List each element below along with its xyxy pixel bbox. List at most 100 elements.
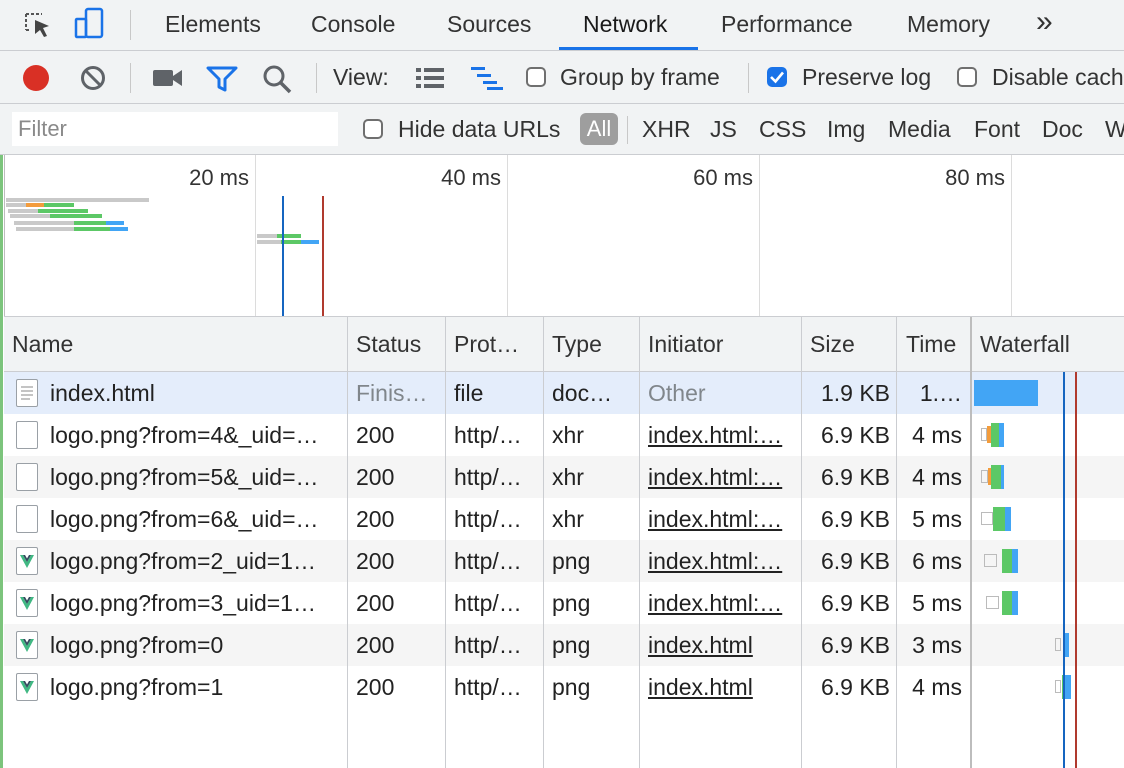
waterfall-bar [974, 380, 1038, 406]
cell-status: 200 [356, 548, 395, 574]
type-filter-img[interactable]: Img [827, 104, 865, 154]
cell-protocol: file [454, 380, 484, 406]
cell-protocol: http/… [454, 632, 522, 658]
cell-time: 6 ms [912, 548, 962, 574]
disable-cache-label: Disable cach [992, 64, 1124, 90]
waterfall-bar [1012, 591, 1018, 615]
cell-time: 3 ms [912, 632, 962, 658]
column-header-initiator[interactable]: Initiator [648, 317, 798, 371]
type-filter-media[interactable]: Media [888, 104, 951, 154]
table-row[interactable]: logo.png?from=4&_uid=… 200 http/… xhr in… [4, 414, 1124, 456]
cell-status: 200 [356, 674, 395, 700]
waterfall-bar [1055, 680, 1061, 693]
type-filter-font[interactable]: Font [974, 104, 1020, 154]
cell-size: 6.9 KB [820, 632, 890, 658]
more-tabs-icon[interactable]: » [1036, 0, 1053, 50]
cell-protocol: http/… [454, 464, 522, 490]
large-rows-icon[interactable] [415, 67, 445, 89]
disable-cache-checkbox[interactable] [957, 67, 977, 87]
waterfall-bar [1002, 591, 1012, 615]
cell-initiator-link[interactable]: index.html:… [648, 540, 798, 582]
cell-name: logo.png?from=5&_uid=… [50, 464, 319, 490]
overview-request-bar [38, 209, 88, 213]
table-row[interactable]: logo.png?from=2_uid=1… 200 http/… png in… [4, 540, 1124, 582]
cell-size: 6.9 KB [820, 464, 890, 490]
table-row[interactable]: logo.png?from=1 200 http/… png index.htm… [4, 666, 1124, 708]
column-header-type[interactable]: Type [552, 317, 638, 371]
vue-logo-icon [16, 547, 38, 575]
cell-initiator-link[interactable]: index.html [648, 666, 798, 708]
screenshot-capture-icon[interactable] [152, 67, 184, 89]
type-filter-xhr[interactable]: XHR [642, 104, 691, 154]
record-icon[interactable] [23, 65, 49, 91]
column-header-protocol[interactable]: Prot… [454, 317, 542, 371]
device-toolbar-icon[interactable] [74, 7, 108, 41]
overview-request-bar [301, 240, 319, 244]
group-by-frame-checkbox[interactable] [526, 67, 546, 87]
tab-network[interactable]: Network [583, 0, 667, 50]
left-edge-accent [0, 155, 3, 768]
column-header-size[interactable]: Size [810, 317, 896, 371]
table-row[interactable]: logo.png?from=6&_uid=… 200 http/… xhr in… [4, 498, 1124, 540]
search-icon[interactable] [262, 64, 294, 94]
inspect-element-icon[interactable] [22, 10, 54, 40]
cell-initiator-link[interactable]: index.html:… [648, 414, 798, 456]
type-filter-doc[interactable]: Doc [1042, 104, 1083, 154]
waterfall-bar [984, 554, 997, 567]
group-by-frame-label: Group by frame [560, 64, 720, 90]
requests-table-header: Name Status Prot… Type Initiator Size Ti… [4, 317, 1124, 372]
timeline-overview[interactable]: 20 ms 40 ms 60 ms 80 ms [4, 155, 1124, 317]
preserve-log-checkbox[interactable] [767, 67, 787, 87]
blank-file-icon [16, 463, 38, 491]
waterfall-load-event-line [1075, 372, 1077, 768]
tab-elements[interactable]: Elements [165, 0, 261, 50]
cell-name: logo.png?from=3_uid=1… [50, 590, 316, 616]
tab-memory[interactable]: Memory [907, 0, 990, 50]
filter-input[interactable] [12, 112, 338, 146]
cell-status: 200 [356, 464, 395, 490]
cell-initiator-link[interactable]: index.html:… [648, 498, 798, 540]
column-header-status[interactable]: Status [356, 317, 446, 371]
type-filter-ws[interactable]: W [1105, 104, 1124, 154]
column-header-name[interactable]: Name [12, 317, 342, 371]
tab-sources[interactable]: Sources [447, 0, 531, 50]
clear-icon[interactable] [80, 65, 106, 91]
vue-logo-icon [16, 673, 38, 701]
type-filter-all[interactable]: All [580, 113, 618, 145]
cell-initiator-link[interactable]: index.html:… [648, 582, 798, 624]
table-row[interactable]: index.html Finis… file doc… Other 1.9 KB… [4, 372, 1124, 414]
tab-console[interactable]: Console [311, 0, 395, 50]
overview-tick-label: 80 ms [945, 165, 1005, 190]
overview-request-bar [14, 221, 74, 225]
table-row[interactable]: logo.png?from=3_uid=1… 200 http/… png in… [4, 582, 1124, 624]
load-event-line [322, 196, 324, 316]
overview-tick-label: 40 ms [441, 165, 501, 190]
filter-icon[interactable] [206, 65, 238, 93]
tab-performance[interactable]: Performance [721, 0, 853, 50]
cell-initiator-link[interactable]: index.html:… [648, 456, 798, 498]
cell-protocol: http/… [454, 674, 522, 700]
table-row[interactable]: logo.png?from=0 200 http/… png index.htm… [4, 624, 1124, 666]
column-header-waterfall[interactable]: Waterfall [980, 317, 1120, 371]
column-header-time[interactable]: Time [906, 317, 976, 371]
overview-request-bar [110, 227, 128, 231]
type-filter-js[interactable]: JS [710, 104, 737, 154]
column-divider [896, 317, 897, 768]
cell-size: 1.9 KB [820, 380, 890, 406]
cell-time: 4 ms [912, 674, 962, 700]
cell-size: 6.9 KB [820, 548, 890, 574]
blank-file-icon [16, 505, 38, 533]
type-filter-css[interactable]: CSS [759, 104, 806, 154]
waterfall-bar [993, 507, 1005, 531]
waterfall-bar [981, 470, 988, 483]
cell-initiator-link[interactable]: index.html [648, 624, 798, 666]
overview-request-bar [281, 240, 301, 244]
cell-status: 200 [356, 506, 395, 532]
table-row[interactable]: logo.png?from=5&_uid=… 200 http/… xhr in… [4, 456, 1124, 498]
overview-request-bar [6, 198, 149, 202]
waterfall-bar [1001, 465, 1004, 489]
overview-request-bar [10, 214, 50, 218]
hide-data-urls-checkbox[interactable] [363, 119, 383, 139]
waterfall-view-icon[interactable] [470, 65, 504, 91]
overview-request-bar [257, 240, 281, 244]
